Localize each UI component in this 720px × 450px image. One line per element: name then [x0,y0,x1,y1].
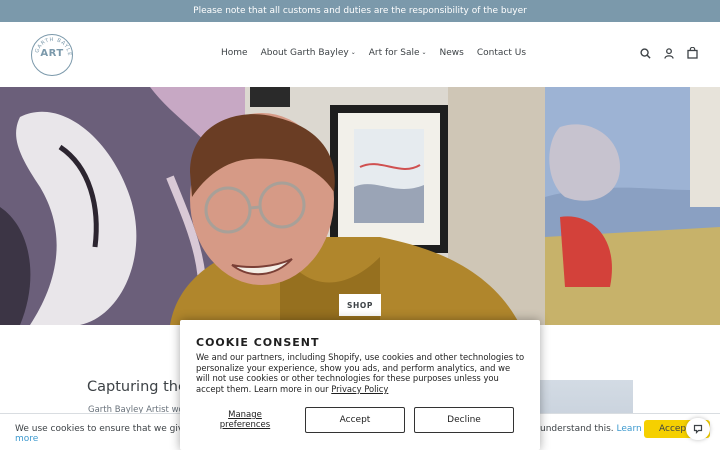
cookie-bar-learn-link[interactable]: Learn [617,424,642,434]
accept-button[interactable]: Accept [305,407,405,433]
chat-icon [693,424,703,434]
main-nav: Home About Garth Bayley ⌄ Art for Sale ⌄ N… [221,48,526,58]
account-icon[interactable] [664,47,674,59]
cookie-bar-more-link[interactable]: more [15,434,38,444]
shop-button[interactable]: SHOP [339,294,381,316]
hero-image [0,87,720,325]
chevron-down-icon: ⌄ [350,49,356,56]
cookie-bar-right-text: understand this. [540,424,614,434]
site-header: GARTH BAYLEY ART Home About Garth Bayley… [0,22,720,87]
header-icons [640,47,698,59]
nav-home[interactable]: Home [221,48,248,58]
cart-icon[interactable] [687,47,698,59]
nav-about-label: About Garth Bayley [260,48,349,58]
logo-art-text: ART [40,48,64,59]
nav-about[interactable]: About Garth Bayley ⌄ [261,48,356,58]
announcement-bar: Please note that all customs and duties … [0,0,720,22]
cookie-consent-modal: COOKIE CONSENT We and our partners, incl… [180,320,540,450]
site-logo[interactable]: GARTH BAYLEY ART [31,34,73,76]
chat-badge[interactable] [686,418,710,440]
cookie-bar-text: We use cookies to ensure that we give [15,424,189,434]
section-title: Capturing the [87,379,187,395]
manage-preferences-link[interactable]: Manage preferences [205,410,285,430]
cookie-consent-body: We and our partners, including Shopify, … [196,352,526,394]
decline-button[interactable]: Decline [414,407,514,433]
privacy-policy-link[interactable]: Privacy Policy [331,384,388,394]
nav-art-for-sale[interactable]: Art for Sale ⌄ [369,48,427,58]
cookie-bar-text-right: understand this. Learn [540,424,642,434]
nav-contact[interactable]: Contact Us [477,48,526,58]
hero-banner: SHOP [0,87,720,325]
chevron-down-icon: ⌄ [421,49,427,56]
search-icon[interactable] [640,47,651,59]
announcement-text: Please note that all customs and duties … [193,6,527,16]
nav-news[interactable]: News [440,48,464,58]
nav-art-label: Art for Sale [368,48,420,58]
cookie-consent-title: COOKIE CONSENT [196,336,320,349]
